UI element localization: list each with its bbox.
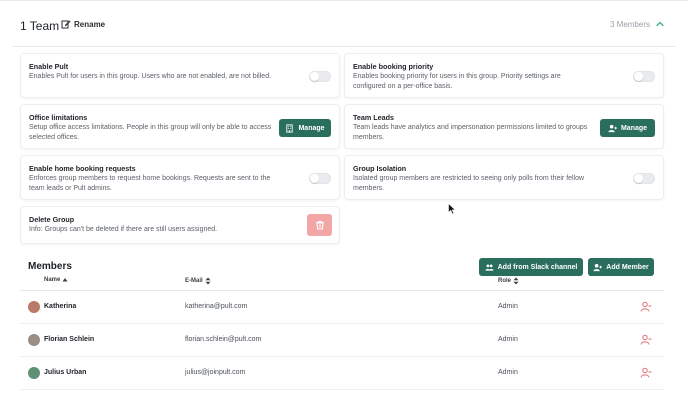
group-isolation-description: Isolated group members are restricted to… (353, 175, 585, 192)
team-leads-manage-button[interactable]: Manage (600, 119, 655, 137)
add-from-slack-label: Add from Slack channel (497, 263, 578, 271)
add-member-label: Add Member (606, 263, 649, 271)
home-booking-description: Enforces group members to request home b… (29, 175, 271, 192)
sort-up-icon (62, 278, 68, 282)
member-name: Florian Schlein (44, 336, 95, 343)
delete-group-title: Delete Group (29, 215, 75, 224)
enable-pult-toggle[interactable] (309, 71, 331, 82)
booking-priority-toggle[interactable] (633, 71, 655, 82)
office-limitations-manage-button[interactable]: Manage (279, 119, 331, 137)
manage-label: Manage (620, 124, 648, 132)
team-header[interactable]: 1 Team Rename 3 Members (12, 0, 676, 47)
group-isolation-card: Group Isolation Isolated group members a… (344, 155, 664, 200)
team-leads-description: Team leads have analytics and impersonat… (353, 124, 588, 141)
rename-button[interactable]: Rename (61, 19, 105, 29)
member-role: Admin (498, 336, 518, 343)
enable-pult-description: Enables Pult for users in this group. Us… (29, 73, 272, 80)
add-user-icon (608, 124, 617, 132)
add-from-slack-button[interactable]: Add from Slack channel (479, 258, 583, 276)
booking-priority-description: Enables booking priority for users in th… (353, 73, 561, 90)
member-role: Admin (498, 303, 518, 310)
home-booking-title: Enable home booking requests (29, 164, 136, 173)
remove-user-icon[interactable] (640, 334, 652, 346)
edit-icon (61, 20, 71, 29)
column-email-label: E-Mail (185, 278, 203, 284)
member-role: Admin (498, 369, 518, 376)
avatar (28, 301, 40, 313)
column-header-role[interactable]: Role (498, 277, 519, 285)
table-row: Florian Schlein florian.schlein@pult.com… (20, 324, 664, 357)
team-leads-card: Team Leads Team leads have analytics and… (344, 104, 664, 149)
delete-group-card: Delete Group Info: Groups can't be delet… (20, 206, 340, 244)
column-role-label: Role (498, 278, 512, 284)
home-booking-card: Enable home booking requests Enforces gr… (20, 155, 340, 200)
column-header-email[interactable]: E-Mail (185, 277, 211, 285)
member-email: florian.schlein@pult.com (185, 336, 262, 343)
delete-group-description: Info: Groups can't be deleted if there a… (29, 226, 218, 233)
booking-priority-card: Enable booking priority Enables booking … (344, 53, 664, 98)
users-icon (485, 264, 494, 271)
sort-icon (513, 277, 519, 285)
members-title: Members (28, 261, 72, 272)
building-icon (286, 123, 294, 133)
enable-pult-card: Enable Pult Enables Pult for users in th… (20, 53, 340, 98)
manage-label: Manage (298, 124, 325, 132)
member-name: Katherina (44, 303, 77, 310)
sort-icon (205, 277, 211, 285)
table-row: Julius Urban julius@joinpult.com Admin (20, 357, 664, 390)
team-title: 1 Team (20, 19, 60, 33)
member-email: julius@joinpult.com (185, 369, 246, 376)
home-booking-toggle[interactable] (309, 173, 331, 184)
rename-label: Rename (74, 19, 106, 29)
office-limitations-description: Setup office access limitations. People … (29, 124, 272, 141)
team-leads-title: Team Leads (353, 113, 395, 122)
group-isolation-toggle[interactable] (633, 173, 655, 184)
member-email: katherina@pult.com (185, 303, 248, 310)
enable-pult-title: Enable Pult (29, 62, 69, 71)
members-count: 3 Members (609, 20, 650, 29)
remove-user-icon[interactable] (640, 301, 652, 313)
member-name: Julius Urban (44, 369, 87, 376)
trash-icon (315, 220, 324, 230)
add-user-icon (593, 263, 603, 271)
delete-group-button[interactable] (307, 214, 332, 236)
avatar (28, 334, 40, 346)
group-isolation-title: Group Isolation (353, 164, 407, 173)
column-header-name[interactable]: Name (44, 277, 68, 283)
mouse-cursor-icon (448, 203, 456, 215)
chevron-up-icon[interactable] (655, 19, 665, 29)
add-member-button[interactable]: Add Member (588, 258, 654, 276)
office-limitations-card: Office limitations Setup office access l… (20, 104, 340, 149)
office-limitations-title: Office limitations (29, 113, 88, 122)
remove-user-icon[interactable] (640, 367, 652, 379)
column-name-label: Name (44, 277, 61, 283)
table-row: Katherina katherina@pult.com Admin (20, 291, 664, 324)
avatar (28, 367, 40, 379)
booking-priority-title: Enable booking priority (353, 62, 434, 71)
